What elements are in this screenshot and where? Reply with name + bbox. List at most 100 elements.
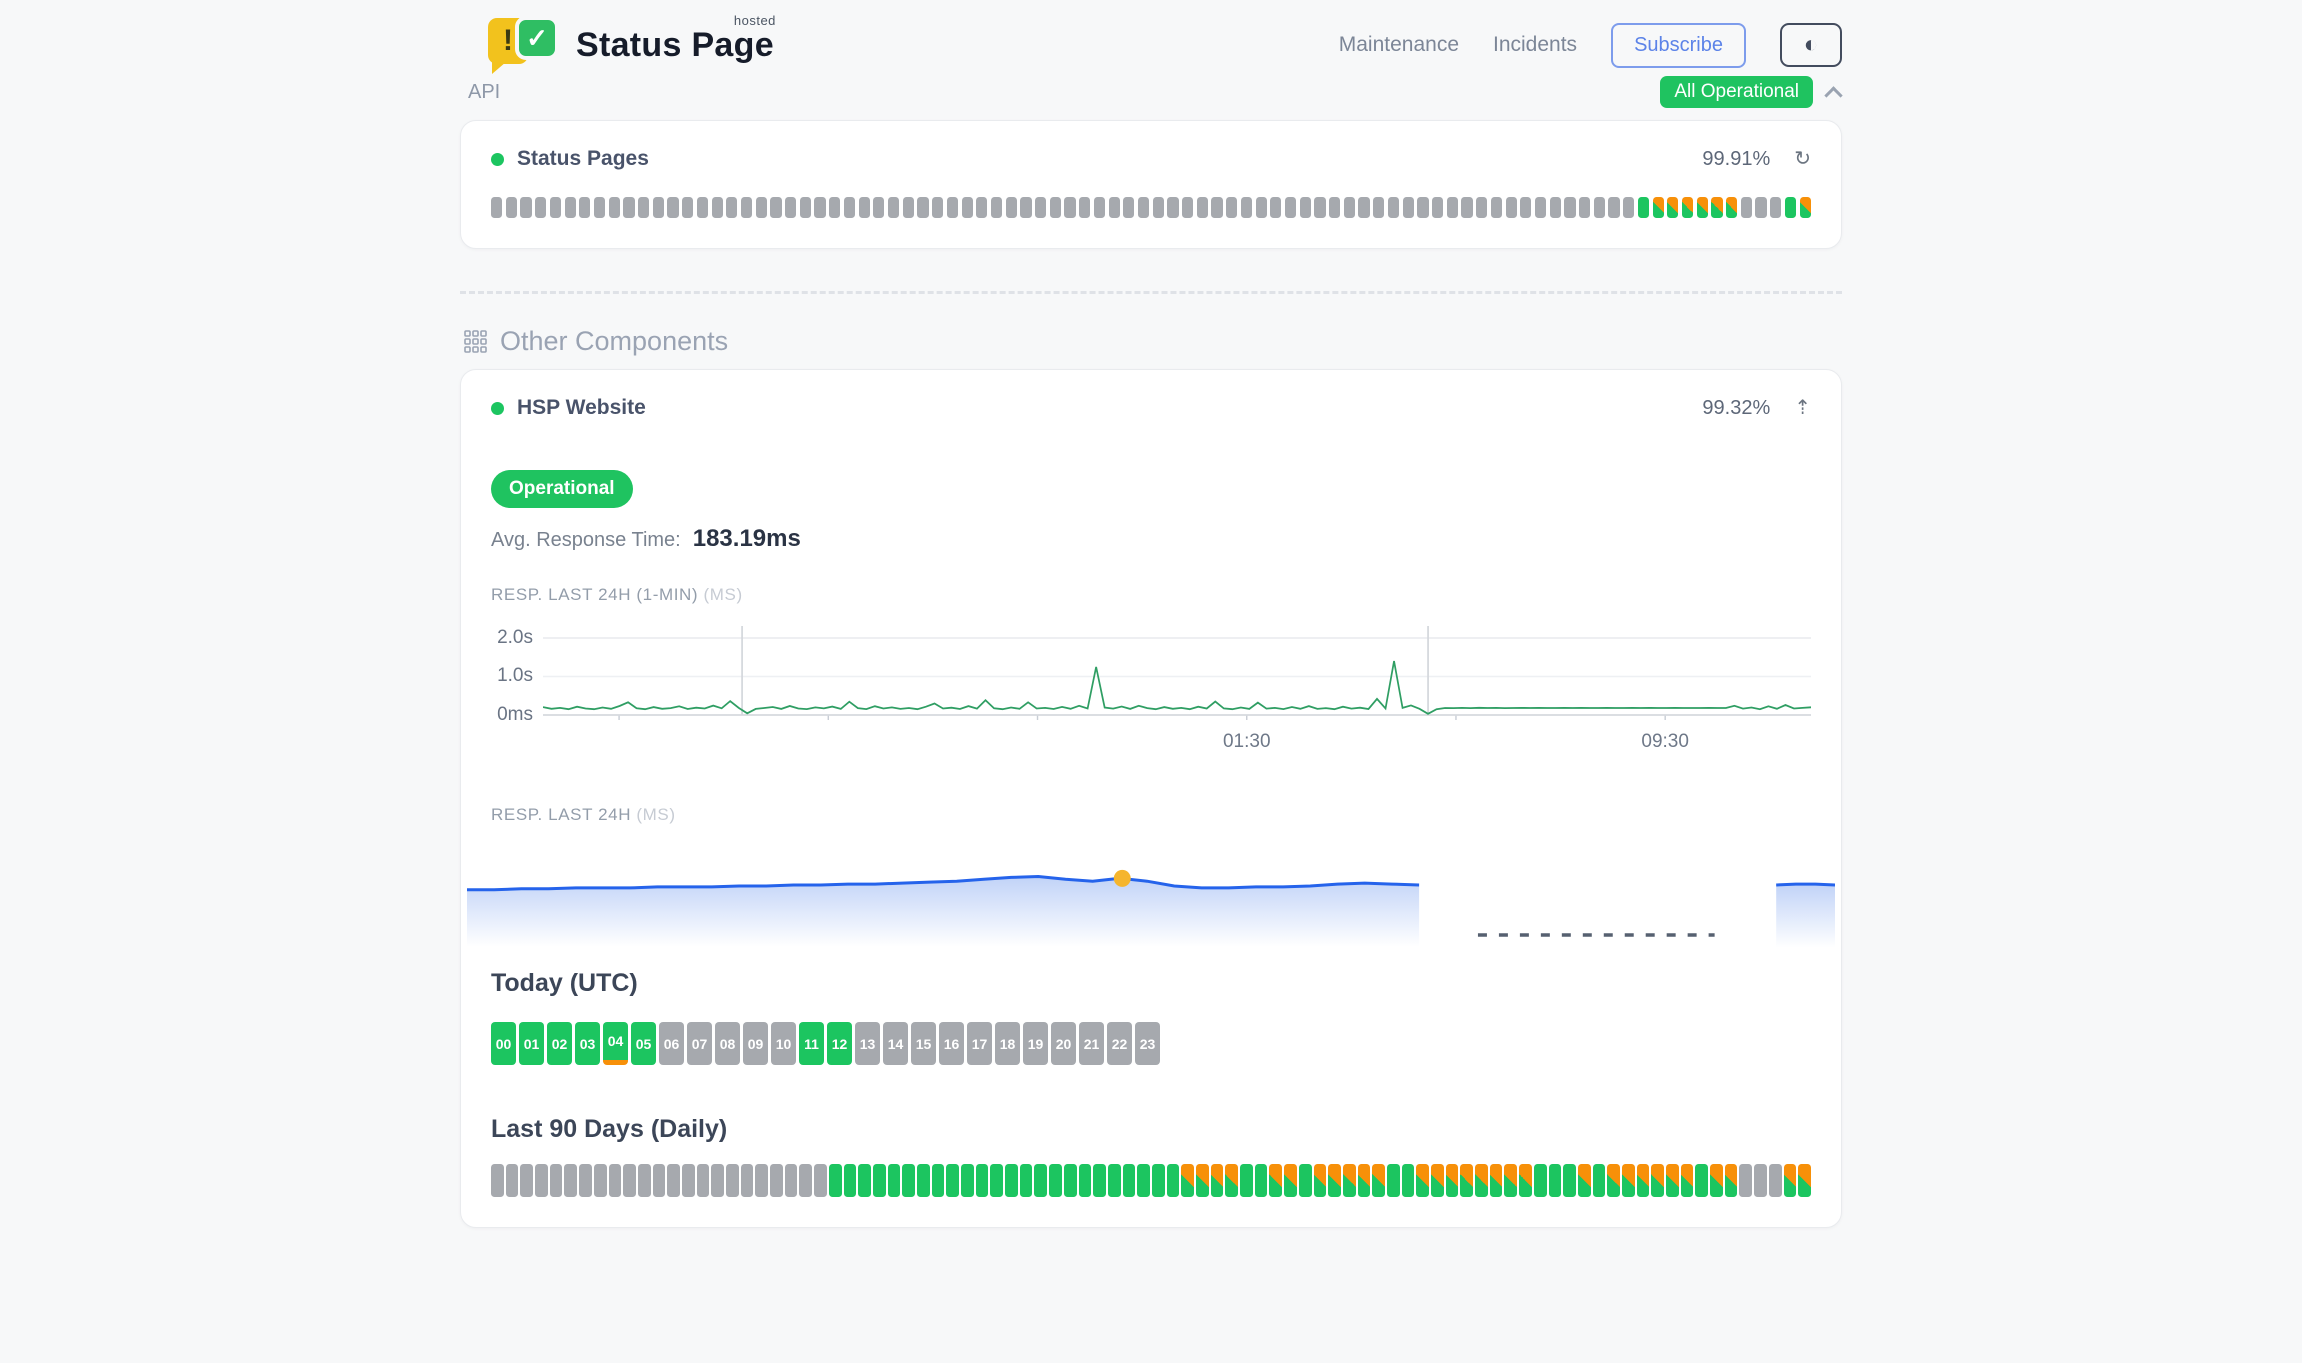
daily-bar-nodata — [1754, 1164, 1767, 1197]
uptime-bar-nodata — [653, 197, 664, 218]
response-time-area-chart — [467, 847, 1835, 959]
uptime-bar-nodata — [1256, 197, 1267, 218]
daily-bar-nodata — [799, 1164, 812, 1197]
hour-block-05: 05 — [631, 1022, 656, 1065]
nav-maintenance[interactable]: Maintenance — [1339, 33, 1459, 57]
brand-hosted-label: hosted — [734, 13, 776, 28]
hour-block-01: 01 — [519, 1022, 544, 1065]
uptime-bar-nodata — [1050, 197, 1061, 218]
avg-response-label: Avg. Response Time: — [491, 529, 681, 552]
check-square-icon: ✓ — [515, 16, 559, 60]
daily-bar-nodata — [653, 1164, 666, 1197]
uptime-bar-nodata — [520, 197, 531, 218]
daily-bar-degraded — [1578, 1164, 1591, 1197]
hsp-website-card: HSP Website 99.32% ⇡ Operational Avg. Re… — [460, 369, 1842, 1228]
chart2-plot-area — [467, 847, 1835, 959]
hour-block-03: 03 — [575, 1022, 600, 1065]
daily-bar-degraded — [1622, 1164, 1635, 1197]
daily-bar-degraded — [1416, 1164, 1429, 1197]
daily-bar-up — [1534, 1164, 1547, 1197]
uptime-bar-nodata — [1579, 197, 1590, 218]
daily-bar-degraded — [1666, 1164, 1679, 1197]
other-components-header: Other Components — [460, 326, 1842, 357]
hour-block-11: 11 — [799, 1022, 824, 1065]
daily-bar-nodata — [638, 1164, 651, 1197]
uptime-bar-strip — [491, 197, 1811, 218]
uptime-bar-nodata — [667, 197, 678, 218]
daily-bar-degraded — [1284, 1164, 1297, 1197]
hour-block-22: 22 — [1107, 1022, 1132, 1065]
daily-bar-degraded — [1314, 1164, 1327, 1197]
daily-bar-up — [1402, 1164, 1415, 1197]
header: ! ✓ Status Page hosted Maintenance Incid… — [460, 0, 1842, 74]
daily-bar-up — [946, 1164, 959, 1197]
daily-bar-up — [1034, 1164, 1047, 1197]
uptime-bar-nodata — [814, 197, 825, 218]
uptime-bar-nodata — [1594, 197, 1605, 218]
uptime-bar-nodata — [1506, 197, 1517, 218]
daily-bar-up — [1255, 1164, 1268, 1197]
uptime-bar-nodata — [1447, 197, 1458, 218]
daily-bar-up — [1152, 1164, 1165, 1197]
hour-block-07: 07 — [687, 1022, 712, 1065]
daily-bar-degraded — [1343, 1164, 1356, 1197]
collapse-up-arrow-icon[interactable]: ⇡ — [1794, 398, 1811, 418]
hour-block-16: 16 — [939, 1022, 964, 1065]
hour-block-09: 09 — [743, 1022, 768, 1065]
uptime-bar-nodata — [903, 197, 914, 218]
uptime-bar-nodata — [1461, 197, 1472, 218]
daily-bar-nodata — [711, 1164, 724, 1197]
uptime-bar-nodata — [756, 197, 767, 218]
theme-toggle-button[interactable]: ◐ — [1780, 23, 1842, 67]
uptime-bar-nodata — [1329, 197, 1340, 218]
uptime-bar-nodata — [1035, 197, 1046, 218]
daily-bar-up — [990, 1164, 1003, 1197]
today-utc-title: Today (UTC) — [491, 969, 1811, 998]
daily-bar-up — [829, 1164, 842, 1197]
component-name: Status Pages — [517, 147, 649, 171]
brand-logo[interactable]: ! ✓ Status Page hosted — [488, 16, 774, 74]
hour-block-13: 13 — [855, 1022, 880, 1065]
uptime-bar-nodata — [506, 197, 517, 218]
other-components-title: Other Components — [500, 326, 728, 357]
uptime-bar-nodata — [1285, 197, 1296, 218]
uptime-bar-nodata — [579, 197, 590, 218]
uptime-bar-nodata — [1197, 197, 1208, 218]
daily-bar-nodata — [741, 1164, 754, 1197]
daily-bar-nodata — [770, 1164, 783, 1197]
hour-block-21: 21 — [1079, 1022, 1104, 1065]
all-operational-badge: All Operational — [1660, 76, 1813, 108]
uptime-bar-degraded — [1726, 197, 1737, 218]
chart1-x-tick: 09:30 — [1641, 731, 1689, 753]
daily-bar-nodata — [726, 1164, 739, 1197]
response-time-line-chart: 2.0s 1.0s 0ms 01:3009:30 — [491, 623, 1811, 759]
nav-incidents[interactable]: Incidents — [1493, 33, 1577, 57]
hour-block-04: 04 — [603, 1022, 628, 1065]
refresh-icon[interactable]: ↻ — [1794, 149, 1811, 169]
daily-bar-degraded — [1196, 1164, 1209, 1197]
uptime-bar-nodata — [697, 197, 708, 218]
daily-bar-nodata — [667, 1164, 680, 1197]
hour-block-14: 14 — [883, 1022, 908, 1065]
daily-bar-nodata — [785, 1164, 798, 1197]
section-divider — [460, 291, 1842, 294]
daily-bar-nodata — [535, 1164, 548, 1197]
daily-bar-up — [1005, 1164, 1018, 1197]
daily-bar-degraded — [1504, 1164, 1517, 1197]
chevron-up-icon[interactable] — [1824, 86, 1842, 104]
uptime-bar-nodata — [594, 197, 605, 218]
daily-bar-degraded — [1651, 1164, 1664, 1197]
daily-bar-nodata — [594, 1164, 607, 1197]
today-hour-blocks: 0001020304050607080910111213141516171819… — [491, 1022, 1811, 1065]
daily-bar-nodata — [520, 1164, 533, 1197]
daily-bar-degraded — [1490, 1164, 1503, 1197]
uptime-bar-nodata — [1358, 197, 1369, 218]
chart1-y-axis: 2.0s 1.0s 0ms — [491, 623, 543, 723]
daily-bar-up — [888, 1164, 901, 1197]
subscribe-button[interactable]: Subscribe — [1611, 23, 1746, 68]
brand-logo-icon: ! ✓ — [488, 16, 560, 74]
uptime-bar-nodata — [1476, 197, 1487, 218]
daily-bar-up — [1064, 1164, 1077, 1197]
daily-bar-degraded — [1784, 1164, 1797, 1197]
daily-bar-up — [1108, 1164, 1121, 1197]
